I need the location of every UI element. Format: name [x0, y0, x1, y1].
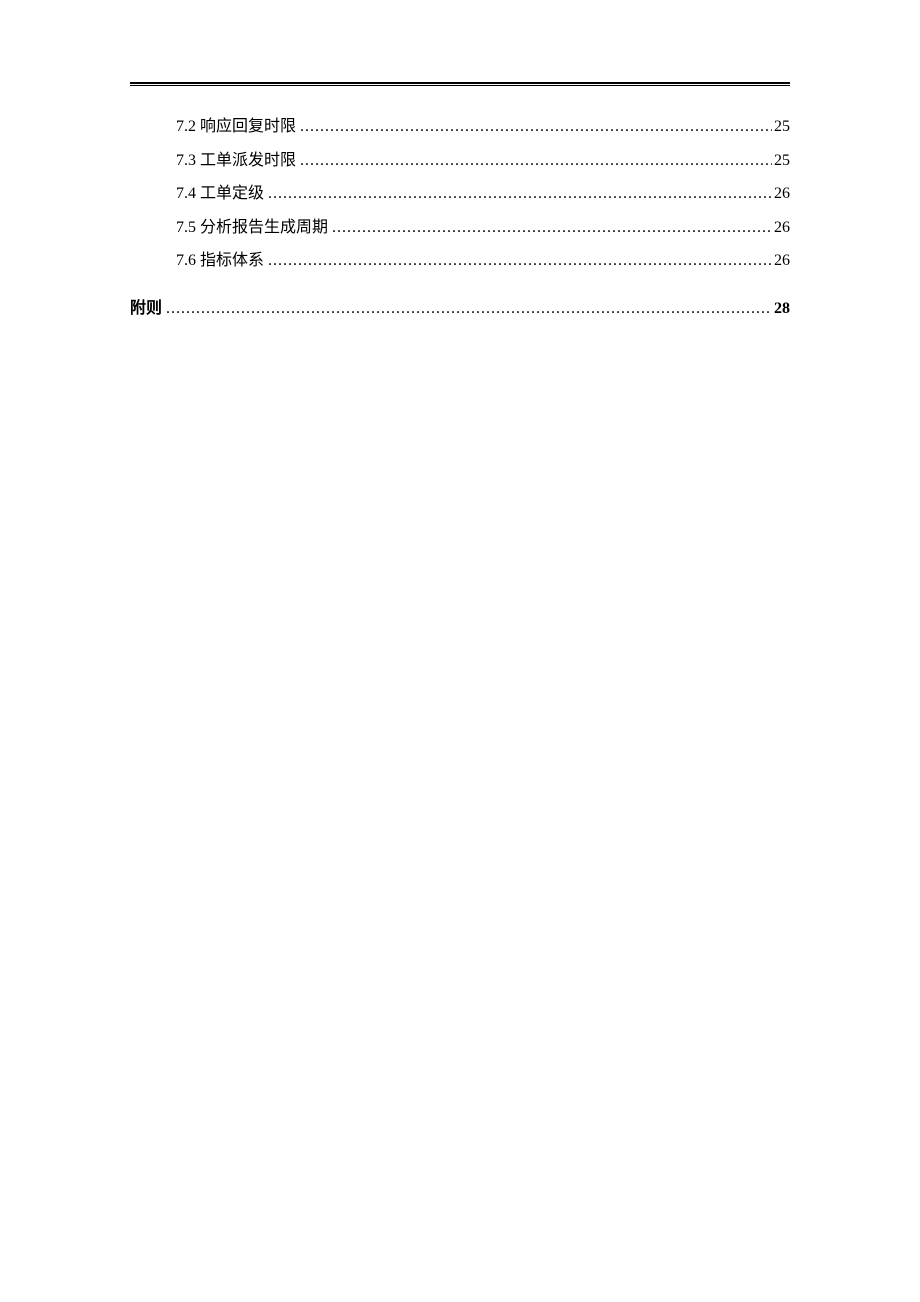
toc-entry: 7.6 指标体系 26 [176, 244, 790, 278]
toc-main-entry: 附则 28 [130, 292, 790, 326]
toc-entry-label: 7.6 指标体系 [176, 244, 264, 278]
toc-entry-label: 7.5 分析报告生成周期 [176, 211, 328, 245]
toc-entry-page: 26 [774, 244, 790, 278]
toc-entry-page: 25 [774, 110, 790, 144]
toc-dots [268, 177, 772, 211]
document-page: 7.2 响应回复时限 25 7.3 工单派发时限 25 7.4 工单定级 26 … [0, 0, 920, 326]
toc-entry-label: 7.4 工单定级 [176, 177, 264, 211]
toc-entry: 7.2 响应回复时限 25 [176, 110, 790, 144]
toc-dots [166, 292, 772, 326]
toc-dots [300, 110, 772, 144]
toc-entry: 7.3 工单派发时限 25 [176, 144, 790, 178]
toc-entry-page: 25 [774, 144, 790, 178]
toc-entry-label: 7.2 响应回复时限 [176, 110, 296, 144]
toc-dots [332, 211, 772, 245]
toc-entry-label: 7.3 工单派发时限 [176, 144, 296, 178]
toc-dots [300, 144, 772, 178]
toc-main-page: 28 [774, 292, 790, 326]
toc-entry: 7.4 工单定级 26 [176, 177, 790, 211]
toc-entry-page: 26 [774, 211, 790, 245]
toc-entry: 7.5 分析报告生成周期 26 [176, 211, 790, 245]
header-rule [130, 82, 790, 86]
toc-dots [268, 244, 772, 278]
toc-main-label: 附则 [130, 292, 162, 326]
toc-entry-page: 26 [774, 177, 790, 211]
